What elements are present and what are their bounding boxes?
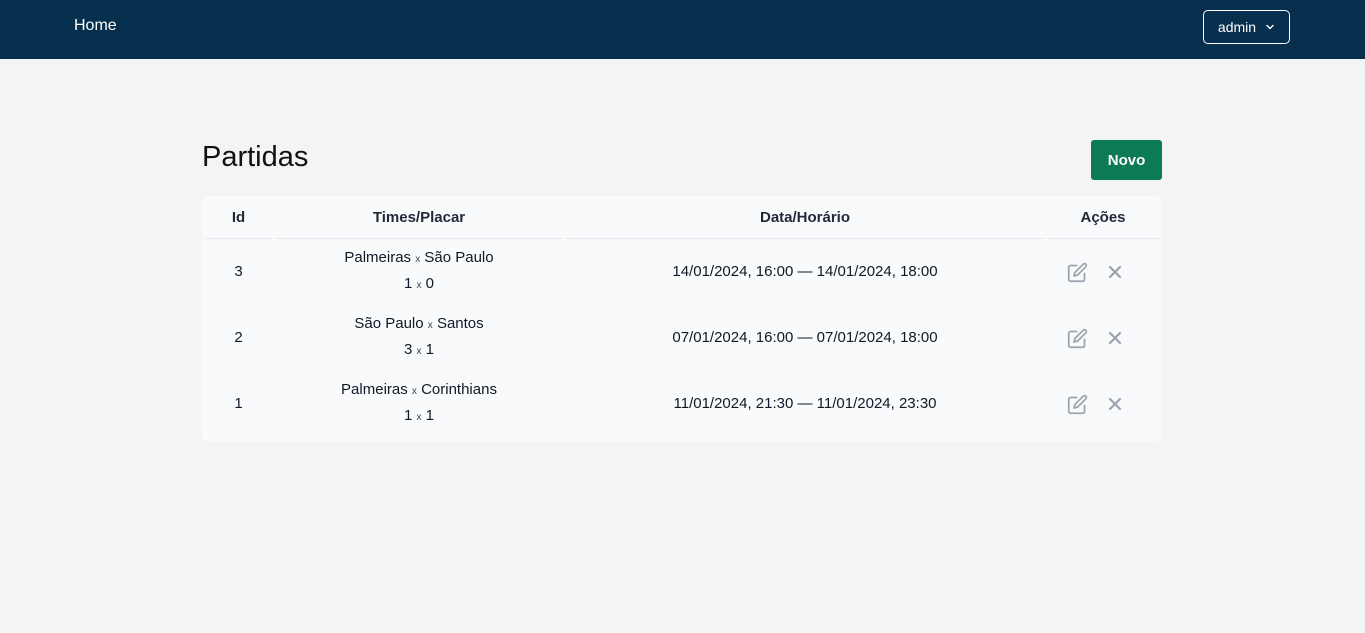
table-row: 2 São Paulo x Santos 3 x 1 07/01/2024, 1…	[205, 305, 1159, 371]
home-score: 1	[403, 275, 413, 292]
match-teams: São Paulo x Santos	[275, 312, 563, 338]
away-score: 0	[425, 275, 435, 292]
header-id: Id	[205, 196, 272, 239]
match-score: 1 x 1	[275, 404, 563, 430]
close-icon[interactable]	[1104, 261, 1126, 283]
edit-icon[interactable]	[1066, 261, 1088, 283]
match-id: 2	[234, 329, 243, 346]
home-score: 3	[403, 341, 413, 358]
match-teams: Palmeiras x São Paulo	[275, 246, 563, 272]
score-separator: x	[416, 412, 422, 423]
match-datetime: 07/01/2024, 16:00 — 07/01/2024, 18:00	[672, 329, 938, 346]
match-teams-score: São Paulo x Santos 3 x 1	[275, 305, 563, 371]
user-menu-label: admin	[1217, 19, 1257, 35]
match-actions	[1047, 305, 1159, 371]
home-team: Palmeiras	[341, 381, 408, 398]
top-navbar: Home admin	[0, 0, 1365, 59]
chevron-down-icon	[1266, 24, 1274, 30]
user-menu-dropdown[interactable]: admin	[1203, 10, 1290, 44]
matches-table-card: Id Times/Placar Data/Horário Ações 3 Pal…	[202, 196, 1162, 441]
score-separator: x	[416, 346, 422, 357]
table-header-row: Id Times/Placar Data/Horário Ações	[205, 196, 1159, 239]
close-icon[interactable]	[1104, 393, 1126, 415]
versus-separator: x	[411, 386, 417, 397]
match-score: 3 x 1	[275, 338, 563, 364]
away-score: 1	[425, 407, 435, 424]
match-teams: Palmeiras x Corinthians	[275, 378, 563, 404]
table-row: 1 Palmeiras x Corinthians 1 x 1 11/01/20…	[205, 371, 1159, 437]
match-id: 3	[234, 263, 243, 280]
matches-table: Id Times/Placar Data/Horário Ações 3 Pal…	[202, 196, 1162, 437]
match-datetime: 11/01/2024, 21:30 — 11/01/2024, 23:30	[673, 395, 937, 412]
edit-icon[interactable]	[1066, 327, 1088, 349]
match-actions	[1047, 239, 1159, 305]
match-datetime: 14/01/2024, 16:00 — 14/01/2024, 18:00	[672, 263, 938, 280]
home-team: Palmeiras	[344, 249, 412, 266]
header-teams-score: Times/Placar	[275, 196, 563, 239]
match-teams-score: Palmeiras x São Paulo 1 x 0	[275, 239, 563, 305]
page-title: Partidas	[202, 141, 309, 173]
header-actions: Ações	[1047, 196, 1159, 239]
versus-separator: x	[415, 254, 421, 265]
match-id: 1	[234, 395, 243, 412]
away-score: 1	[425, 341, 435, 358]
away-team: Corinthians	[421, 381, 497, 398]
nav-home-link[interactable]: Home	[74, 17, 117, 35]
header-datetime: Data/Horário	[566, 196, 1044, 239]
versus-separator: x	[427, 320, 433, 331]
home-team: São Paulo	[354, 315, 424, 332]
score-separator: x	[416, 280, 422, 291]
away-team: Santos	[436, 315, 484, 332]
match-teams-score: Palmeiras x Corinthians 1 x 1	[275, 371, 563, 437]
edit-icon[interactable]	[1066, 393, 1088, 415]
table-row: 3 Palmeiras x São Paulo 1 x 0 14/01/2024…	[205, 239, 1159, 305]
new-match-button[interactable]: Novo	[1091, 140, 1162, 180]
home-score: 1	[403, 407, 413, 424]
away-team: São Paulo	[424, 249, 494, 266]
match-actions	[1047, 371, 1159, 437]
close-icon[interactable]	[1104, 327, 1126, 349]
match-score: 1 x 0	[275, 272, 563, 298]
